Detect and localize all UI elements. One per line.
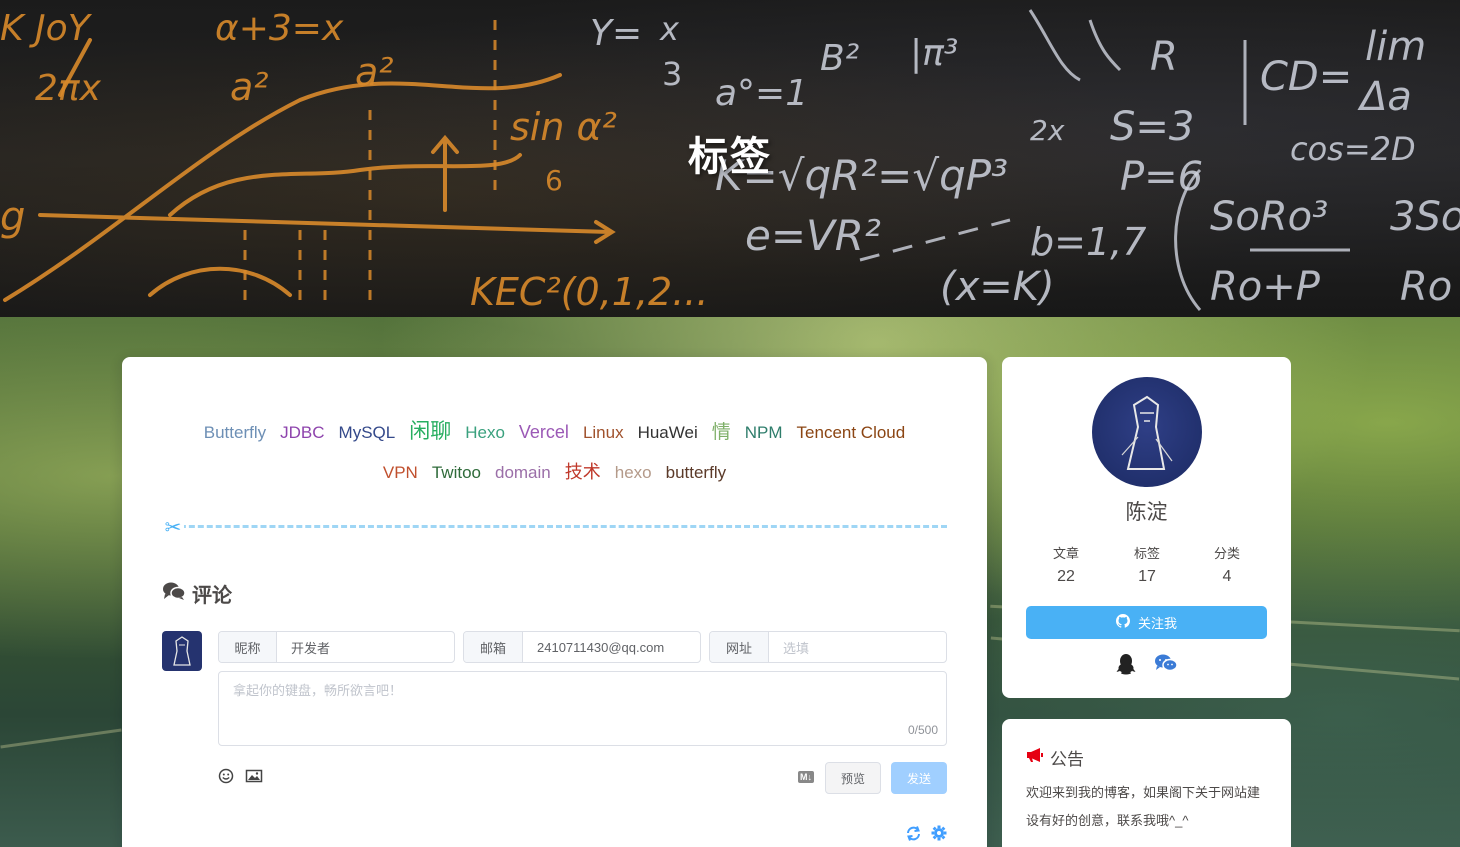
- svg-text:|π³: |π³: [910, 33, 958, 74]
- tag-link[interactable]: Linux: [583, 413, 624, 452]
- announcement-title: 公告: [1026, 745, 1084, 770]
- svg-text:a²: a²: [355, 50, 394, 94]
- svg-text:2πx: 2πx: [35, 68, 102, 109]
- preview-button[interactable]: 预览: [825, 762, 881, 794]
- stat-label: 分类: [1213, 546, 1240, 561]
- tag-link[interactable]: Tencent Cloud: [797, 413, 906, 452]
- emoji-icon[interactable]: [218, 768, 234, 789]
- bullhorn-icon: [1026, 747, 1044, 768]
- image-upload-icon[interactable]: [245, 768, 263, 789]
- svg-text:g: g: [0, 194, 25, 240]
- nickname-input[interactable]: 开发者: [277, 632, 330, 662]
- stat-label: 文章: [1052, 546, 1079, 561]
- author-info-card: 陈淀 文章 22 标签 17 分类 4 关注我: [1002, 357, 1291, 698]
- stat-tags[interactable]: 标签 17: [1102, 543, 1192, 586]
- char-counter: 0/500: [907, 723, 938, 737]
- svg-text:e=VR²: e=VR²: [745, 211, 881, 260]
- stat-value: 17: [1138, 568, 1156, 585]
- svg-text:(x=K): (x=K): [940, 264, 1055, 310]
- tag-link[interactable]: domain: [495, 453, 551, 492]
- svg-text:a°=1: a°=1: [715, 73, 808, 114]
- qq-icon[interactable]: [1116, 653, 1136, 680]
- stat-label: 标签: [1133, 546, 1160, 561]
- page-title: 标签: [688, 135, 772, 179]
- svg-text:R: R: [1150, 34, 1178, 80]
- tag-link[interactable]: hexo: [615, 453, 652, 492]
- svg-text:x: x: [659, 10, 680, 48]
- settings-gear-icon[interactable]: [931, 825, 947, 845]
- svg-text:3So: 3So: [1390, 194, 1460, 240]
- svg-text:SoRo³: SoRo³: [1210, 194, 1328, 240]
- wechat-icon[interactable]: [1154, 653, 1178, 678]
- commenter-avatar: [162, 631, 202, 671]
- comments-icon: [162, 581, 186, 607]
- follow-button[interactable]: 关注我: [1026, 606, 1267, 639]
- tag-link[interactable]: MySQL: [339, 413, 396, 452]
- tag-link[interactable]: Twitoo: [432, 453, 481, 492]
- author-name: 陈淀: [1125, 501, 1168, 524]
- url-label: 网址: [710, 632, 769, 662]
- announcement-text: 欢迎来到我的博客，如果阁下关于网站建设有好的创意，联系我哦^_^: [1026, 785, 1261, 828]
- follow-label: 关注我: [1137, 616, 1177, 631]
- tag-link[interactable]: Butterfly: [204, 413, 266, 452]
- svg-text:K JoY: K JoY: [0, 8, 93, 49]
- scissors-icon: ✂: [162, 517, 184, 539]
- tag-link[interactable]: HuaWei: [638, 413, 698, 452]
- markdown-icon[interactable]: M↓: [798, 771, 814, 783]
- tag-cloud: Butterfly JDBC MySQL 闲聊 Hexo Vercel Linux HuaWe…: [162, 412, 947, 493]
- svg-text:b=1,7: b=1,7: [1030, 220, 1146, 264]
- tag-link[interactable]: JDBC: [280, 413, 324, 452]
- announcement-title-text: 公告: [1050, 750, 1084, 769]
- comment-section-title: 评论: [162, 579, 232, 608]
- url-field[interactable]: 网址 选填: [709, 631, 947, 663]
- svg-text:Ro+P: Ro+P: [1210, 264, 1321, 310]
- url-input[interactable]: 选填: [769, 632, 809, 662]
- tag-link[interactable]: NPM: [745, 413, 783, 452]
- comment-textarea[interactable]: 拿起你的键盘，畅所欲言吧！ 0/500: [218, 671, 947, 746]
- dashed-divider: [162, 525, 947, 529]
- svg-text:B²: B²: [820, 38, 859, 79]
- stat-categories[interactable]: 分类 4: [1182, 543, 1272, 586]
- email-label: 邮箱: [464, 632, 523, 662]
- tag-link[interactable]: 闲聊: [409, 412, 451, 451]
- announcement-card: 公告 欢迎来到我的博客，如果阁下关于网站建设有好的创意，联系我哦^_^: [1002, 719, 1291, 847]
- tag-link[interactable]: Vercel: [519, 413, 569, 452]
- tag-link[interactable]: butterfly: [666, 453, 726, 492]
- nickname-label: 昵称: [219, 632, 277, 662]
- svg-text:α+3=x: α+3=x: [215, 8, 344, 49]
- svg-text:Ro: Ro: [1400, 264, 1452, 310]
- tag-link[interactable]: Hexo: [465, 413, 505, 452]
- page-header: 2πx a² a² sin α² 6 KEC²(0,1,2... α+3=x K…: [0, 0, 1460, 317]
- tag-link[interactable]: 技术: [565, 453, 601, 492]
- svg-text:Y=: Y=: [590, 13, 642, 54]
- nickname-field[interactable]: 昵称 开发者: [218, 631, 455, 663]
- stat-value: 4: [1222, 568, 1232, 585]
- github-icon: [1115, 614, 1130, 631]
- stat-articles[interactable]: 文章 22: [1021, 543, 1111, 586]
- comment-title-text: 评论: [192, 585, 232, 607]
- tag-link[interactable]: VPN: [383, 453, 418, 492]
- svg-text:KEC²(0,1,2...: KEC²(0,1,2...: [470, 270, 708, 314]
- stat-value: 22: [1057, 568, 1075, 585]
- svg-text:lim: lim: [1365, 24, 1426, 70]
- send-button[interactable]: 发送: [891, 762, 947, 794]
- tags-card: Butterfly JDBC MySQL 闲聊 Hexo Vercel Linux HuaWe…: [122, 357, 987, 847]
- textarea-placeholder: 拿起你的键盘，畅所欲言吧！: [233, 683, 403, 698]
- svg-text:CD=: CD=: [1260, 54, 1352, 100]
- author-avatar[interactable]: [1092, 377, 1202, 487]
- tag-link[interactable]: 情: [712, 413, 731, 452]
- email-input[interactable]: 2410711430@qq.com: [523, 632, 664, 662]
- svg-text:Δa: Δa: [1357, 74, 1412, 120]
- svg-text:3: 3: [662, 55, 682, 93]
- refresh-icon[interactable]: [905, 825, 922, 846]
- email-field[interactable]: 邮箱 2410711430@qq.com: [463, 631, 701, 663]
- svg-text:a²: a²: [230, 65, 269, 109]
